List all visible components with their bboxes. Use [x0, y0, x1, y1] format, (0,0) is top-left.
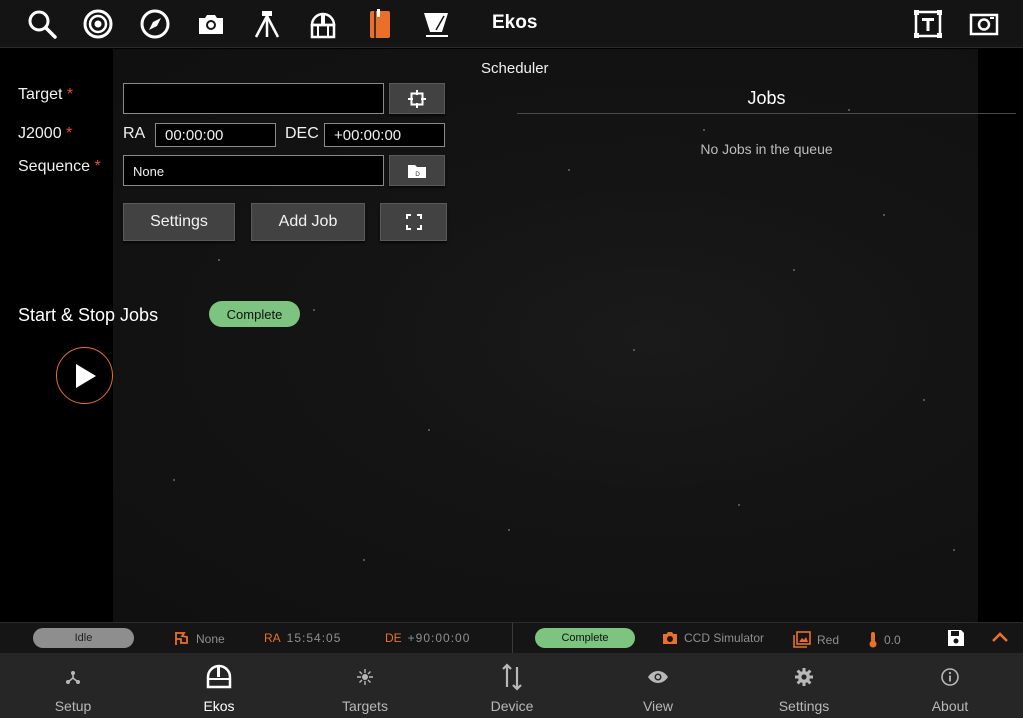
flat-light-icon[interactable]: [418, 6, 454, 42]
search-icon[interactable]: [24, 6, 60, 42]
target-label: Target *: [18, 86, 74, 103]
thermometer-icon: [869, 632, 877, 648]
observatory-icon[interactable]: [305, 6, 341, 42]
target-input[interactable]: [123, 83, 384, 114]
expand-button[interactable]: [380, 203, 447, 241]
sequence-input[interactable]: None: [123, 155, 384, 186]
setup-icon: [64, 662, 82, 692]
view-icon: [647, 662, 669, 692]
start-stop-title: Start & Stop Jobs: [18, 305, 159, 325]
find-target-button[interactable]: [389, 83, 445, 114]
select-sequence-button[interactable]: D: [389, 155, 445, 186]
mount-de: DE +90:00:00: [385, 631, 471, 645]
device-icon: [501, 662, 523, 692]
status-divider: [512, 623, 513, 654]
nav-settings[interactable]: Settings: [731, 653, 877, 718]
targets-icon: [355, 662, 375, 692]
bottom-nav: Setup Ekos Targets Device View Settings …: [0, 653, 1023, 718]
start-jobs-button[interactable]: [56, 347, 113, 404]
image-icon: [793, 631, 811, 648]
fullscreen-icon: [405, 214, 422, 230]
scheduler-title: Scheduler: [481, 60, 549, 77]
save-icon[interactable]: [947, 629, 965, 652]
settings-button[interactable]: Settings: [123, 203, 235, 241]
sensor-temperature: 0.0: [868, 631, 901, 648]
dec-input[interactable]: +00:00:00: [324, 123, 445, 147]
ra-input[interactable]: 00:00:00: [155, 123, 276, 147]
add-job-button[interactable]: Add Job: [251, 203, 365, 241]
text-frame-icon[interactable]: [910, 6, 946, 42]
nav-view[interactable]: View: [585, 653, 731, 718]
nav-about[interactable]: About: [877, 653, 1023, 718]
tripod-icon[interactable]: [249, 6, 285, 42]
jobs-divider: [517, 113, 1016, 114]
play-icon: [75, 363, 96, 388]
job-status-badge: Complete: [209, 301, 300, 327]
mount-ra: RA 15:54:05: [264, 631, 342, 645]
svg-text:D: D: [415, 171, 420, 178]
dec-label: DEC: [285, 125, 319, 142]
about-icon: [940, 662, 960, 692]
nav-ekos[interactable]: Ekos: [146, 653, 292, 718]
tracking-target: None: [174, 631, 225, 646]
j2000-label: J2000 *: [18, 125, 73, 142]
nav-setup[interactable]: Setup: [0, 653, 146, 718]
top-toolbar: Ekos: [0, 0, 1023, 48]
compass-icon[interactable]: [137, 6, 173, 42]
sequence-label: Sequence *: [18, 158, 101, 175]
target-icon[interactable]: [80, 6, 116, 42]
capture-status-badge: Complete: [535, 628, 635, 648]
nav-targets[interactable]: Targets: [292, 653, 438, 718]
jobs-empty-text: No Jobs in the queue: [700, 141, 833, 157]
notebook-icon[interactable]: [362, 6, 398, 42]
ra-label: RA: [123, 125, 146, 142]
settings-icon: [794, 662, 814, 692]
jobs-heading: Jobs: [747, 88, 786, 108]
crosshair-icon: [408, 89, 426, 108]
folder-icon: D: [408, 164, 426, 178]
scheduler-panel: Target * J2000 * RA 00:00:00 DEC +00:00:…: [0, 49, 1023, 622]
camera-icon[interactable]: [193, 6, 229, 42]
camera-icon: [663, 632, 677, 644]
ekos-icon: [205, 662, 233, 692]
expand-up-icon[interactable]: [991, 630, 1009, 649]
camera-name: CCD Simulator: [662, 631, 764, 645]
status-bar: Idle None RA 15:54:05 DE +90:00:00 Compl…: [0, 622, 1023, 654]
mount-status-badge: Idle: [33, 628, 134, 648]
screenshot-icon[interactable]: [966, 6, 1002, 42]
filter-name: Red: [793, 631, 839, 648]
nav-device[interactable]: Device: [439, 653, 585, 718]
flag-icon: [175, 632, 188, 645]
app-title: Ekos: [492, 12, 538, 33]
